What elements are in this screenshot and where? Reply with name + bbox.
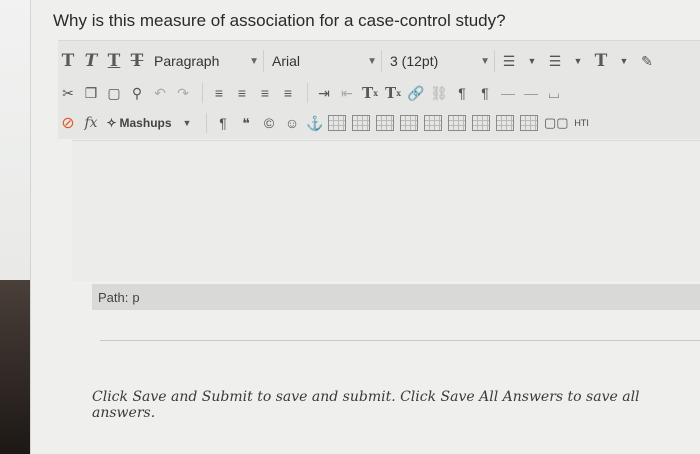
editor-content-area[interactable] <box>72 140 700 281</box>
indent-icon[interactable]: ⇥ <box>314 82 334 104</box>
anchor-icon[interactable]: ⚓ <box>305 112 325 134</box>
blockquote-icon[interactable]: ❝ <box>236 112 256 134</box>
chevron-down-icon[interactable]: ▼ <box>614 50 634 72</box>
chevron-down-icon: ▼ <box>480 55 490 67</box>
align-left-icon[interactable]: ≡ <box>209 82 229 104</box>
align-center-icon[interactable]: ≡ <box>232 82 252 104</box>
paste-icon[interactable]: ▢ <box>104 82 124 104</box>
paragraph-icon[interactable]: ¶ <box>213 112 233 134</box>
font-size-select[interactable]: 3 (12pt) ▼ <box>386 50 495 72</box>
text-color-button[interactable]: T <box>591 50 611 72</box>
chevron-down-icon[interactable]: ▼ <box>568 50 588 72</box>
undo-icon[interactable]: ↶ <box>150 82 170 104</box>
font-size-value: 3 (12pt) <box>390 53 439 69</box>
underline-button[interactable]: T <box>104 50 124 72</box>
formula-button[interactable]: fx <box>81 112 101 134</box>
question-text: Why is this measure of association for a… <box>53 11 506 30</box>
strikethrough-button[interactable]: T <box>127 50 147 72</box>
table-col-before-icon[interactable] <box>424 115 442 131</box>
subscript-button[interactable]: Tx <box>383 82 403 104</box>
copy-icon[interactable]: ❐ <box>81 82 101 104</box>
outdent-icon[interactable]: ⇤ <box>337 82 357 104</box>
chevron-down-icon[interactable]: ▼ <box>522 50 542 72</box>
numbered-list-icon[interactable]: ☰ <box>545 50 565 72</box>
spellcheck-icon[interactable]: ⊘ <box>58 112 78 134</box>
background-edge <box>0 280 30 454</box>
find-icon[interactable]: ⚲ <box>127 82 147 104</box>
chevron-down-icon: ▼ <box>249 55 259 67</box>
page: Why is this measure of association for a… <box>0 0 700 454</box>
nonbreaking-space-icon[interactable]: — <box>521 82 541 104</box>
mashups-star-icon: ✧ <box>106 116 117 130</box>
path-label: Path: <box>98 289 129 305</box>
align-justify-icon[interactable]: ≡ <box>278 82 298 104</box>
toolbar-row-3: ⊘ fx ✧ Mashups ▼ ¶ ❝ © ☺ ⚓ ▢▢ HTI <box>58 109 700 137</box>
paragraph-ltr-icon[interactable]: ¶ <box>452 82 472 104</box>
insert-table-icon[interactable] <box>328 115 346 131</box>
separator <box>307 83 308 103</box>
table-merge-icon[interactable] <box>520 115 538 131</box>
font-family-value: Arial <box>272 53 301 69</box>
bullet-list-icon[interactable]: ☰ <box>499 50 519 72</box>
highlight-pen-icon[interactable]: ✎ <box>637 50 657 72</box>
divider <box>100 340 700 341</box>
emoticon-icon[interactable]: ☺ <box>282 112 302 134</box>
table-cell-props-icon[interactable] <box>496 115 514 131</box>
separator <box>206 113 207 133</box>
table-row-after-icon[interactable] <box>376 115 394 131</box>
editor-path-bar: Path: p <box>92 284 700 310</box>
toolbar-row-1: T T T T Paragraph ▼ Arial ▼ 3 (12pt) ▼ ☰… <box>58 47 700 75</box>
chevron-down-icon: ▼ <box>367 55 377 67</box>
table-delete-row-icon[interactable] <box>400 115 418 131</box>
separator <box>202 83 203 103</box>
redo-icon[interactable]: ↷ <box>173 82 193 104</box>
unlink-icon[interactable]: ⛓ <box>429 82 449 104</box>
mashups-button[interactable]: ✧ Mashups <box>104 112 174 134</box>
table-delete-col-icon[interactable] <box>472 115 490 131</box>
table-row-before-icon[interactable] <box>352 115 370 131</box>
paragraph-rtl-icon[interactable]: ¶ <box>475 82 495 104</box>
horizontal-rule-icon[interactable]: — <box>498 82 518 104</box>
html-button[interactable]: HTI <box>572 112 592 134</box>
block-format-select[interactable]: Paragraph ▼ <box>150 50 264 72</box>
submit-instructions: Click Save and Submit to save and submit… <box>92 389 640 421</box>
path-value[interactable]: p <box>132 290 139 305</box>
toolbar-row-2: ✂ ❐ ▢ ⚲ ↶ ↷ ≡ ≡ ≡ ≡ ⇥ ⇤ Tx Tx 🔗 ⛓ ¶ ¶ — … <box>58 79 700 107</box>
special-char-icon[interactable]: ⌴ <box>544 82 564 104</box>
editor-toolbar: T T T T Paragraph ▼ Arial ▼ 3 (12pt) ▼ ☰… <box>58 40 700 139</box>
toggle-borders-icon[interactable]: ▢▢ <box>544 112 569 134</box>
chevron-down-icon[interactable]: ▼ <box>177 112 197 134</box>
link-icon[interactable]: 🔗 <box>406 82 426 104</box>
block-format-value: Paragraph <box>154 53 220 69</box>
cut-icon[interactable]: ✂ <box>58 82 78 104</box>
superscript-button[interactable]: Tx <box>360 82 380 104</box>
copyright-icon[interactable]: © <box>259 112 279 134</box>
table-col-after-icon[interactable] <box>448 115 466 131</box>
font-family-select[interactable]: Arial ▼ <box>268 50 382 72</box>
bold-button[interactable]: T <box>58 50 78 72</box>
italic-button[interactable]: T <box>81 50 101 72</box>
align-right-icon[interactable]: ≡ <box>255 82 275 104</box>
